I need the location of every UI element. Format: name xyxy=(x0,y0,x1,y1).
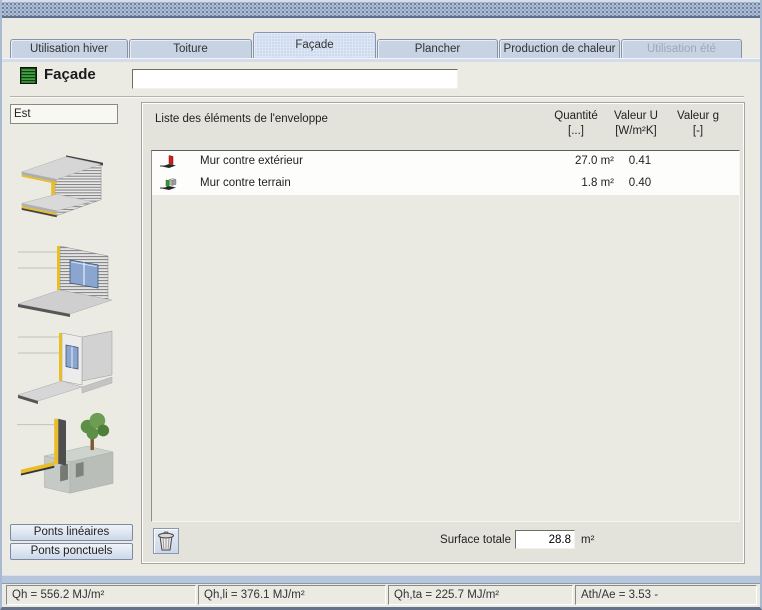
list-item-mur-contre-terrain[interactable]: Mur contre terrain 1.8 m² 0.40 xyxy=(152,173,739,195)
tab-facade[interactable]: Façade xyxy=(253,32,376,58)
delete-button[interactable] xyxy=(153,528,179,554)
status-qhta: Qh,ta = 225.7 MJ/m² xyxy=(388,585,573,605)
envelope-list[interactable]: Mur contre extérieur 27.0 m² 0.41 Mur co… xyxy=(151,150,740,522)
status-qhli: Qh,li = 376.1 MJ/m² xyxy=(198,585,386,605)
bottom-accent-strip xyxy=(2,575,760,584)
row-u-value: 0.40 xyxy=(609,177,671,189)
ponts-ponctuels-button[interactable]: Ponts ponctuels xyxy=(10,543,133,560)
facade-icon xyxy=(20,67,37,84)
trash-icon xyxy=(156,530,176,552)
wall-underground-icon[interactable] xyxy=(14,405,118,503)
surface-totale-label: Surface totale xyxy=(383,534,511,546)
ponts-lineaires-button[interactable]: Ponts linéaires xyxy=(10,524,133,541)
tab-production-de-chaleur[interactable]: Production de chaleur xyxy=(499,39,620,58)
column-header-valeur-g: Valeur g [-] xyxy=(658,110,738,137)
row-quantity: 1.8 m² xyxy=(524,177,614,189)
tab-pane-edge xyxy=(2,58,760,62)
tab-utilisation-hiver[interactable]: Utilisation hiver xyxy=(10,39,128,58)
tab-plancher[interactable]: Plancher xyxy=(377,39,498,58)
status-qh: Qh = 556.2 MJ/m² xyxy=(6,585,196,605)
header-separator xyxy=(10,96,744,98)
row-quantity: 27.0 m² xyxy=(524,155,614,167)
surface-totale-unit: m² xyxy=(581,534,594,546)
row-label: Mur contre extérieur xyxy=(200,155,303,167)
facade-window-icon[interactable] xyxy=(16,238,116,318)
page-title: Façade xyxy=(44,66,96,83)
tab-toiture[interactable]: Toiture xyxy=(129,39,252,58)
wall-section-icon[interactable] xyxy=(16,148,116,220)
orientation-field[interactable] xyxy=(10,104,118,124)
facade-name-input[interactable] xyxy=(132,69,458,89)
status-ath-ae: Ath/Ae = 3.53 - xyxy=(575,585,757,605)
row-u-value: 0.41 xyxy=(609,155,671,167)
window-titlebar[interactable] xyxy=(2,0,760,18)
facade-adjacent-icon[interactable] xyxy=(16,325,116,407)
envelope-panel: Liste des éléments de l'enveloppe Quanti… xyxy=(142,103,744,563)
surface-totale-field[interactable] xyxy=(515,530,575,549)
envelope-list-title: Liste des éléments de l'enveloppe xyxy=(155,113,328,125)
application-window: Utilisation hiver Toiture Façade Planche… xyxy=(0,0,762,610)
wall-ground-icon xyxy=(160,175,178,192)
wall-exterior-icon xyxy=(160,153,178,170)
row-label: Mur contre terrain xyxy=(200,177,291,189)
list-item-mur-contre-exterieur[interactable]: Mur contre extérieur 27.0 m² 0.41 xyxy=(152,151,739,173)
tab-utilisation-ete: Utilisation été xyxy=(621,39,742,58)
